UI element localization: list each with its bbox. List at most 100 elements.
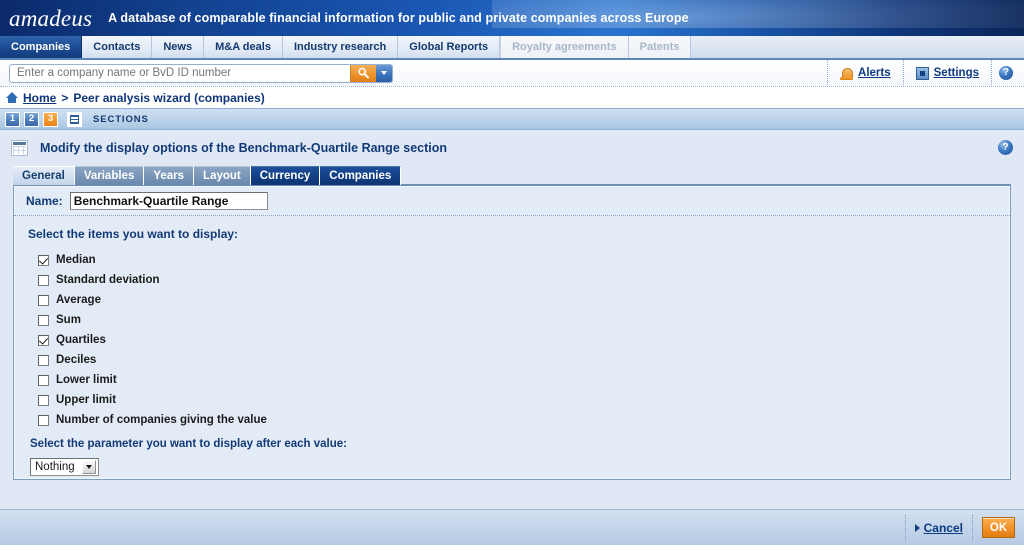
- checkbox-row-sum[interactable]: Sum: [28, 310, 1010, 330]
- nav-tab-royalty-agreements: Royalty agreements: [500, 36, 629, 58]
- nav-tab-label: News: [163, 41, 193, 53]
- checkbox-upper-limit[interactable]: [38, 394, 49, 406]
- search-toolbar: Alerts Settings ?: [0, 59, 1024, 87]
- checkbox-median[interactable]: [38, 254, 49, 266]
- chevron-down-glyph: [381, 71, 387, 75]
- checkbox-row-upper-limit[interactable]: Upper limit: [28, 390, 1010, 410]
- nav-tab-news[interactable]: News: [152, 36, 205, 58]
- utility-links: Alerts Settings ?: [827, 59, 1020, 87]
- sections-label: SECTIONS: [93, 113, 149, 125]
- tab-years[interactable]: Years: [144, 166, 195, 185]
- search-icon[interactable]: [350, 64, 376, 82]
- checkbox-label[interactable]: Standard deviation: [56, 274, 160, 286]
- bell-icon: [840, 67, 854, 80]
- wizard-step-2[interactable]: 2: [24, 111, 39, 127]
- tab-label: Variables: [83, 170, 135, 182]
- checkbox-row-standard-deviation[interactable]: Standard deviation: [28, 270, 1010, 290]
- checkbox-label[interactable]: Quartiles: [56, 334, 106, 346]
- tab-currency[interactable]: Currency: [250, 166, 321, 185]
- home-icon: [6, 92, 18, 103]
- checkbox-lower-limit[interactable]: [38, 374, 49, 386]
- nav-tab-companies[interactable]: Companies: [0, 36, 83, 58]
- breadcrumb-separator: >: [61, 90, 69, 105]
- nav-tab-patents: Patents: [628, 36, 692, 58]
- section-name-input[interactable]: [69, 191, 268, 210]
- table-grid-icon: [11, 140, 28, 156]
- nav-tab-label: Industry research: [293, 41, 387, 53]
- checkbox-sum[interactable]: [38, 314, 49, 326]
- footer-divider-right: [972, 514, 973, 541]
- page-help-icon[interactable]: ?: [998, 140, 1013, 155]
- tab-layout[interactable]: Layout: [194, 166, 251, 185]
- checkbox-row-number-of-companies[interactable]: Number of companies giving the value: [28, 410, 1010, 430]
- tab-label: General: [22, 170, 65, 182]
- parameter-select-value: Nothing: [35, 461, 75, 473]
- checkbox-row-lower-limit[interactable]: Lower limit: [28, 370, 1010, 390]
- list-icon[interactable]: [67, 111, 82, 127]
- parameter-heading: Select the parameter you want to display…: [30, 438, 347, 450]
- name-label: Name:: [26, 193, 63, 208]
- help-button[interactable]: ?: [991, 59, 1020, 87]
- wizard-steps-bar: 1 2 3 SECTIONS: [0, 108, 1024, 130]
- checkbox-quartiles[interactable]: [38, 334, 49, 346]
- list-icon-glyph: [70, 114, 79, 124]
- checkbox-label[interactable]: Lower limit: [56, 374, 117, 386]
- checkbox-label[interactable]: Average: [56, 294, 101, 306]
- tab-general[interactable]: General: [13, 166, 75, 185]
- wizard-step-3[interactable]: 3: [43, 111, 58, 127]
- banner-tagline: A database of comparable financial infor…: [108, 11, 689, 25]
- section-tabs: General Variables Years Layout Currency …: [13, 166, 1024, 185]
- alerts-label[interactable]: Alerts: [858, 67, 891, 79]
- checkbox-label[interactable]: Upper limit: [56, 394, 116, 406]
- search-input[interactable]: [10, 64, 350, 82]
- tab-companies[interactable]: Companies: [320, 166, 402, 185]
- general-settings-panel: Name: Select the items you want to displ…: [13, 184, 1011, 480]
- search-box[interactable]: [9, 63, 393, 83]
- question-mark-icon[interactable]: ?: [999, 66, 1013, 80]
- parameter-select[interactable]: Nothing: [30, 458, 99, 476]
- checkbox-row-median[interactable]: Median: [28, 250, 1010, 270]
- chevron-down-glyph: [85, 465, 92, 469]
- nav-tab-global-reports[interactable]: Global Reports: [398, 36, 501, 58]
- wizard-step-1[interactable]: 1: [5, 111, 20, 127]
- nav-tab-label: Patents: [639, 41, 680, 53]
- nav-tab-industry-research[interactable]: Industry research: [282, 36, 399, 58]
- checkbox-average[interactable]: [38, 294, 49, 306]
- checkbox-row-quartiles[interactable]: Quartiles: [28, 330, 1010, 350]
- tab-variables[interactable]: Variables: [74, 166, 145, 185]
- nav-tab-contacts[interactable]: Contacts: [82, 36, 153, 58]
- tab-label: Companies: [329, 170, 392, 182]
- settings-icon: [915, 66, 929, 80]
- page-title: Modify the display options of the Benchm…: [40, 141, 448, 155]
- settings-label[interactable]: Settings: [934, 67, 979, 79]
- search-options-chevron-down-icon[interactable]: [376, 64, 392, 82]
- nav-tab-label: Global Reports: [409, 41, 489, 53]
- checkbox-label[interactable]: Median: [56, 254, 96, 266]
- settings-button[interactable]: Settings: [902, 59, 991, 87]
- tab-label: Currency: [259, 170, 311, 182]
- nav-tab-ma-deals[interactable]: M&A deals: [204, 36, 283, 58]
- chevron-down-icon[interactable]: [81, 460, 96, 474]
- checkbox-label[interactable]: Number of companies giving the value: [56, 414, 267, 426]
- dialog-footer: Cancel OK: [0, 509, 1024, 545]
- alerts-button[interactable]: Alerts: [827, 59, 903, 87]
- display-items-list: Median Standard deviation Average Sum Qu…: [28, 250, 1010, 430]
- checkbox-row-deciles[interactable]: Deciles: [28, 350, 1010, 370]
- checkbox-standard-deviation[interactable]: [38, 274, 49, 286]
- breadcrumb-current: Peer analysis wizard (companies): [73, 90, 265, 105]
- ok-button[interactable]: OK: [982, 517, 1015, 538]
- cancel-label[interactable]: Cancel: [924, 521, 963, 535]
- breadcrumb-home-link[interactable]: Home: [23, 91, 56, 105]
- checkbox-label[interactable]: Deciles: [56, 354, 96, 366]
- nav-tab-label: M&A deals: [215, 41, 271, 53]
- checkbox-number-of-companies[interactable]: [38, 414, 49, 426]
- checkbox-label[interactable]: Sum: [56, 314, 81, 326]
- page-content: Modify the display options of the Benchm…: [0, 130, 1024, 509]
- page-title-row: Modify the display options of the Benchm…: [0, 130, 1024, 166]
- checkbox-row-average[interactable]: Average: [28, 290, 1010, 310]
- tab-label: Years: [153, 170, 185, 182]
- checkbox-deciles[interactable]: [38, 354, 49, 366]
- cancel-button[interactable]: Cancel: [914, 521, 963, 535]
- tab-label: Layout: [203, 170, 241, 182]
- name-row: Name:: [14, 186, 1010, 216]
